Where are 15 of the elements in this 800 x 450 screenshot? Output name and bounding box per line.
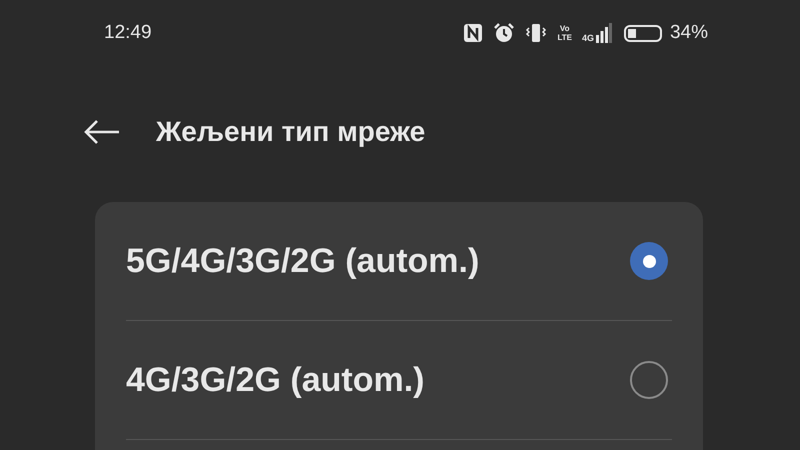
battery-percentage: 34% xyxy=(670,22,708,44)
nfc-icon xyxy=(463,23,484,43)
clock-time: 12:49 xyxy=(104,22,153,44)
network-option[interactable]: 5G/4G/3G/2G (autom.) xyxy=(126,202,672,321)
network-type: 4G xyxy=(582,33,594,43)
radio-button[interactable] xyxy=(630,361,668,399)
vibrate-icon xyxy=(525,22,548,44)
alarm-clock-icon xyxy=(493,22,516,44)
signal-icon xyxy=(596,23,612,43)
back-arrow-icon xyxy=(84,119,120,145)
back-button[interactable] xyxy=(84,119,120,145)
radio-button[interactable] xyxy=(630,242,668,280)
volte-indicator: Vo LTE xyxy=(557,24,572,42)
network-option[interactable]: 4G/3G/2G (autom.) xyxy=(126,321,672,440)
screen-title: Жељени тип мреже xyxy=(156,116,426,148)
